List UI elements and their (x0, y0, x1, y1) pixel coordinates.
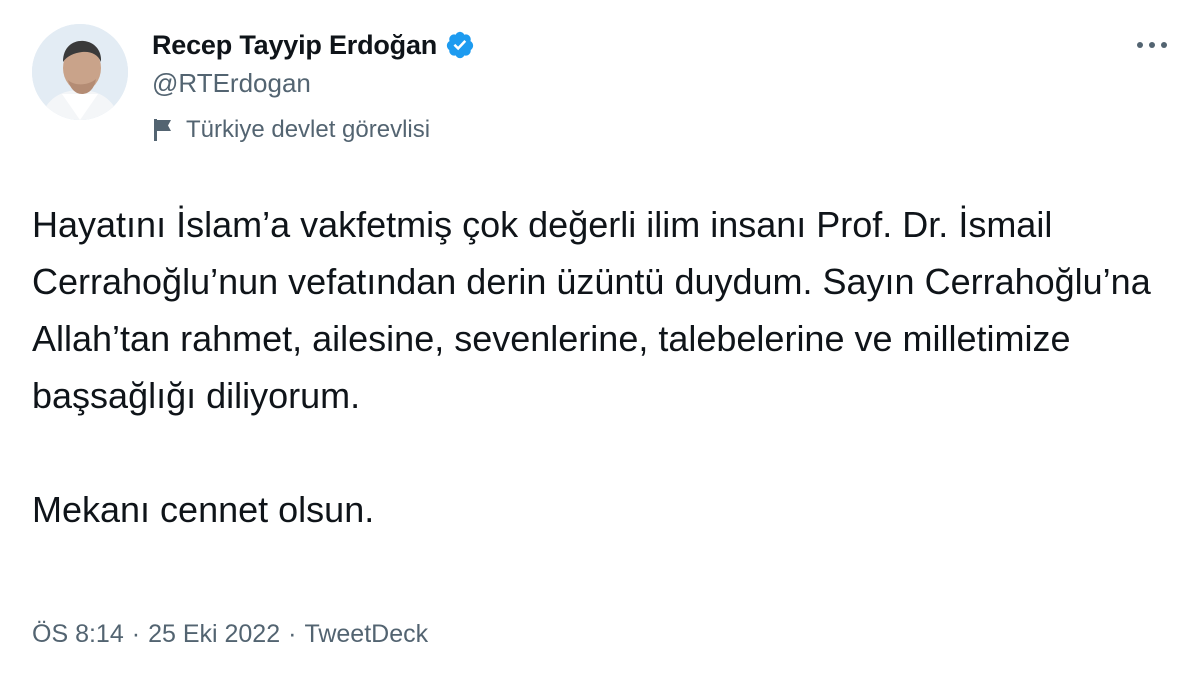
avatar-image (32, 24, 128, 120)
flag-icon (152, 117, 174, 143)
tweet-metadata: ÖS 8:14 · 25 Eki 2022 · TweetDeck (32, 620, 428, 649)
author-name-row: Recep Tayyip Erdoğan (152, 28, 475, 62)
separator: · (288, 620, 297, 648)
tweet-source-link[interactable]: TweetDeck (304, 620, 428, 649)
verified-badge-icon[interactable] (445, 30, 475, 60)
tweet-paragraph: Hayatını İslam’a vakfetmiş çok değerli i… (32, 204, 1151, 416)
handle[interactable]: @RTErdogan (152, 68, 311, 99)
tweet-date-link[interactable]: 25 Eki 2022 (148, 620, 280, 649)
more-horizontal-icon (1137, 42, 1143, 48)
display-name[interactable]: Recep Tayyip Erdoğan (152, 30, 437, 61)
separator: · (131, 620, 141, 648)
tweet-paragraph: Mekanı cennet olsun. (32, 489, 375, 530)
more-options-button[interactable] (1132, 30, 1172, 60)
tweet-text: Hayatını İslam’a vakfetmiş çok değerli i… (32, 196, 1172, 538)
affiliation-text: Türkiye devlet görevlisi (186, 116, 431, 143)
affiliation-label: Türkiye devlet görevlisi (152, 116, 430, 144)
tweet-time-link[interactable]: ÖS 8:14 (32, 620, 124, 649)
avatar[interactable] (32, 24, 128, 120)
